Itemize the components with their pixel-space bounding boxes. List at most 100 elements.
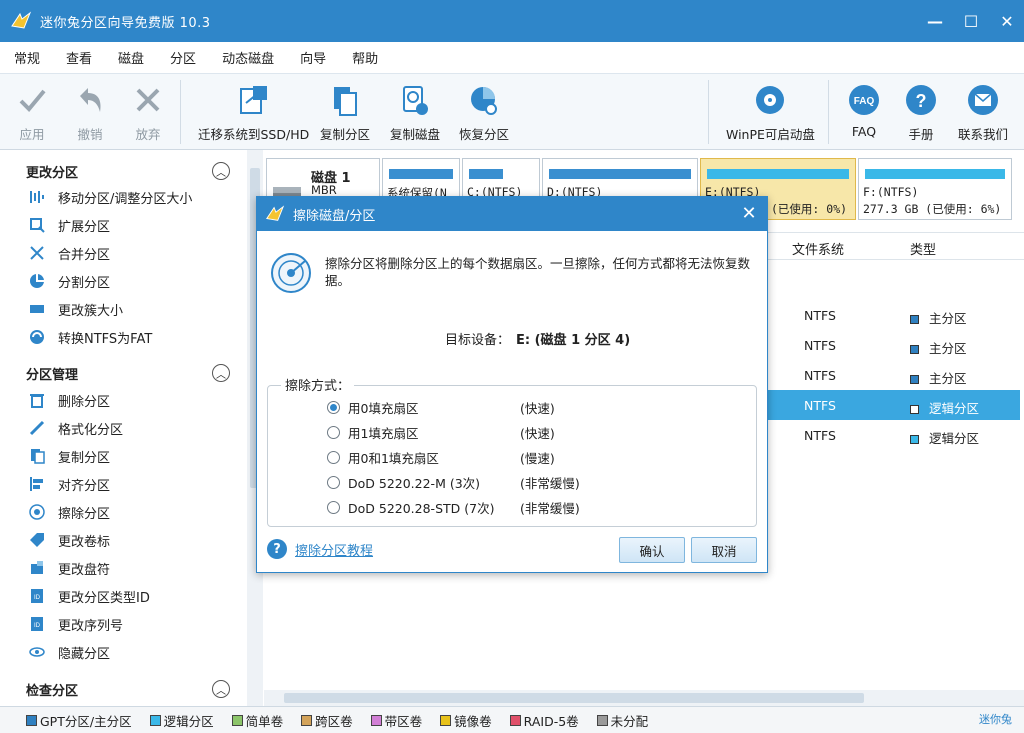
radio-fill-one[interactable]: 用1填充扇区 (快速): [327, 422, 555, 442]
migrate-icon: [236, 82, 272, 118]
legend-bar: GPT分区/主分区 逻辑分区 简单卷 跨区卷 带区卷 镜像卷 RAID-5卷 未…: [0, 706, 1024, 733]
manual-button[interactable]: ? 手册: [903, 82, 939, 146]
menu-item-copy[interactable]: 复制分区: [28, 445, 110, 467]
partition-card-f[interactable]: F:(NTFS) 277.3 GB (已使用: 6%): [858, 158, 1012, 220]
winpe-button[interactable]: WinPE可启动盘: [726, 82, 815, 146]
align-icon: [28, 475, 46, 493]
migrate-os-button[interactable]: 迁移系统到SSD/HD: [198, 82, 309, 146]
radio-button[interactable]: [327, 450, 340, 464]
maximize-button[interactable]: ☐: [960, 8, 982, 34]
toolbar-separator: [828, 80, 829, 144]
undo-button[interactable]: 撤销: [72, 82, 108, 146]
column-header-filesystem[interactable]: 文件系统: [792, 239, 844, 258]
copy-icon: [28, 447, 46, 465]
partition-color-swatch: [910, 405, 919, 414]
tag-icon: [28, 531, 46, 549]
copy-disk-button[interactable]: 复制磁盘: [390, 82, 440, 146]
contact-button[interactable]: 联系我们: [958, 82, 1008, 146]
scroll-thumb[interactable]: [284, 693, 864, 703]
menu-item-wipe[interactable]: 擦除分区: [28, 501, 110, 523]
copy-disk-icon: [397, 82, 433, 118]
menu-item-format[interactable]: 格式化分区: [28, 417, 123, 439]
radio-fill-zero-one[interactable]: 用0和1填充扇区 (慢速): [327, 447, 555, 467]
check-icon: [14, 82, 50, 118]
menu-item-hide[interactable]: 隐藏分区: [28, 641, 110, 663]
menu-general[interactable]: 常规: [0, 48, 52, 67]
menu-item-change-type-id[interactable]: ID 更改分区类型ID: [28, 585, 150, 607]
split-icon: [28, 272, 46, 290]
menu-dynamic-disk[interactable]: 动态磁盘: [208, 48, 286, 67]
legend-item: GPT分区/主分区: [26, 711, 132, 730]
menu-partition[interactable]: 分区: [156, 48, 208, 67]
undo-icon: [72, 82, 108, 118]
wipe-tutorial-link[interactable]: 擦除分区教程: [295, 540, 373, 559]
minimize-button[interactable]: —: [924, 8, 946, 34]
discard-button[interactable]: 放弃: [130, 82, 166, 146]
menu-item-change-label[interactable]: 更改卷标: [28, 529, 110, 551]
column-header-type[interactable]: 类型: [910, 239, 936, 258]
dialog-description: 擦除分区将删除分区上的每个数据扇区。一旦擦除，任何方式都将无法恢复数据。: [325, 256, 751, 288]
menu-help[interactable]: 帮助: [338, 48, 390, 67]
recover-partition-button[interactable]: 恢复分区: [459, 82, 509, 146]
radio-dod-7[interactable]: DoD 5220.28-STD (7次) (非常缓慢): [327, 497, 580, 517]
help-link-area[interactable]: ? 擦除分区教程: [267, 539, 373, 559]
legend-item: 未分配: [596, 711, 648, 730]
collapse-button[interactable]: ︿: [212, 364, 230, 382]
disk-type: MBR: [311, 183, 337, 197]
app-logo-icon: [266, 205, 285, 221]
menu-disk[interactable]: 磁盘: [104, 48, 156, 67]
menu-item-split[interactable]: 分割分区: [28, 270, 110, 292]
ok-button[interactable]: 确认: [619, 537, 685, 563]
section-change-partition: 更改分区: [26, 166, 79, 181]
menu-item-change-letter[interactable]: 更改盘符: [28, 557, 110, 579]
menu-item-align[interactable]: 对齐分区: [28, 473, 110, 495]
brand-logo: 迷你兔: [979, 713, 1012, 726]
menu-item-extend[interactable]: 扩展分区: [28, 214, 110, 236]
menu-item-cluster-size[interactable]: 更改簇大小: [28, 298, 123, 320]
close-button[interactable]: ✕: [996, 8, 1018, 34]
svg-text:ID: ID: [34, 623, 41, 629]
section-partition-management: 分区管理: [26, 368, 79, 383]
legend-item: 简单卷: [231, 711, 283, 730]
extend-icon: [28, 216, 46, 234]
collapse-button[interactable]: ︿: [212, 680, 230, 698]
faq-button[interactable]: FAQ FAQ: [846, 82, 882, 146]
toolbar-separator: [180, 80, 181, 144]
legend-item: 跨区卷: [301, 711, 353, 730]
cancel-button[interactable]: 取消: [691, 537, 757, 563]
radio-button[interactable]: [327, 400, 340, 414]
serial-icon: ID: [28, 615, 46, 633]
faq-icon: FAQ: [846, 82, 882, 118]
dialog-close-button[interactable]: ✕: [739, 203, 759, 224]
cluster-icon: [28, 300, 46, 318]
menu-item-convert-ntfs-fat[interactable]: 转换NTFS为FAT: [28, 326, 152, 348]
toolbar: 应用 撤销 放弃 迁移系统到SSD/HD 复制分区 复制磁盘 恢复分区 WinP…: [0, 74, 1024, 150]
section-check-partition: 检查分区: [26, 684, 79, 699]
partition-color-swatch: [910, 375, 919, 384]
boot-disc-icon: [752, 82, 788, 118]
menu-view[interactable]: 查看: [52, 48, 104, 67]
wipe-method-label: 擦除方式：: [281, 375, 355, 394]
menu-item-move-resize[interactable]: 移动分区/调整分区大小: [28, 186, 192, 208]
radio-dod-3[interactable]: DoD 5220.22-M (3次) (非常缓慢): [327, 472, 580, 492]
legend-item: RAID-5卷: [509, 711, 579, 730]
radio-fill-zero[interactable]: 用0填充扇区 (快速): [327, 397, 555, 417]
legend-item: 逻辑分区: [149, 711, 214, 730]
horizontal-scrollbar[interactable]: [264, 690, 1024, 706]
radio-button[interactable]: [327, 425, 340, 439]
apply-button[interactable]: 应用: [14, 82, 50, 146]
svg-text:ID: ID: [34, 595, 41, 601]
partition-color-swatch: [910, 435, 919, 444]
radio-button[interactable]: [327, 475, 340, 489]
menu-wizard[interactable]: 向导: [286, 48, 338, 67]
radio-button[interactable]: [327, 500, 340, 514]
copy-partition-button[interactable]: 复制分区: [320, 82, 370, 146]
collapse-button[interactable]: ︿: [212, 162, 230, 180]
legend-item: 镜像卷: [440, 711, 492, 730]
svg-text:?: ?: [916, 91, 927, 111]
menu-item-delete[interactable]: 删除分区: [28, 389, 110, 411]
hide-icon: [28, 643, 46, 661]
menu-item-merge[interactable]: 合并分区: [28, 242, 110, 264]
target-label: 目标设备：: [445, 333, 511, 348]
menu-item-change-serial[interactable]: ID 更改序列号: [28, 613, 123, 635]
